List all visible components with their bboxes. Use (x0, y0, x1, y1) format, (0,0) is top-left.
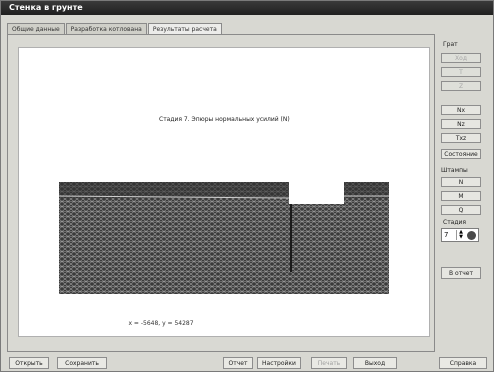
to-report-button[interactable]: В отчет (441, 267, 481, 279)
stage-apply-icon[interactable] (467, 231, 476, 240)
bottom-toolbar: Открыть Сохранить Отчет Настройки Печать… (1, 353, 493, 371)
open-button[interactable]: Открыть (9, 357, 49, 369)
n-button[interactable]: N (441, 177, 481, 187)
help-button[interactable]: Справка (439, 357, 487, 369)
report-button[interactable]: Отчет (223, 357, 253, 369)
soil-mesh (59, 182, 389, 294)
m-button[interactable]: M (441, 191, 481, 201)
window-title-bar: Стенка в грунте (1, 1, 493, 15)
results-panel: Стадия 7. Эпюры нормальных усилий (N) (7, 34, 435, 352)
stage-value: 7 (444, 231, 449, 239)
right-sidebar: Грат Ход Т Z Nx Nz Txz Состояние Штампы … (437, 39, 489, 309)
stepper-arrows-icon[interactable]: ▲ ▼ (456, 230, 465, 240)
state-button[interactable]: Состояние (441, 149, 481, 159)
nz-button[interactable]: Nz (441, 119, 481, 129)
wall-band-left (59, 182, 289, 198)
print-button[interactable]: Печать (311, 357, 347, 369)
stage-stepper[interactable]: 7 ▲ ▼ (441, 228, 479, 242)
window-title: Стенка в грунте (9, 3, 83, 12)
save-button[interactable]: Сохранить (57, 357, 107, 369)
app-window: Стенка в грунте Общие данные Разработка … (0, 0, 494, 372)
stage-title: Стадия 7. Эпюры нормальных усилий (N) (159, 116, 290, 123)
coordinates-readout: x = -5648, y = 54287 (128, 320, 194, 327)
settings-button[interactable]: Настройки (257, 357, 301, 369)
stamps-label: Штампы (441, 167, 468, 174)
plot-canvas[interactable]: Стадия 7. Эпюры нормальных усилий (N) (18, 47, 430, 337)
nx-button[interactable]: Nx (441, 105, 481, 115)
grid-label: Грат (443, 41, 458, 48)
stage-label: Стадия (443, 219, 467, 226)
txz-button[interactable]: Txz (441, 133, 481, 143)
exit-button[interactable]: Выход (353, 357, 397, 369)
mesh-diagram (59, 182, 389, 294)
q-button[interactable]: Q (441, 205, 481, 215)
z-button[interactable]: Z (441, 81, 481, 91)
move-button[interactable]: Ход (441, 53, 481, 63)
t-button[interactable]: Т (441, 67, 481, 77)
